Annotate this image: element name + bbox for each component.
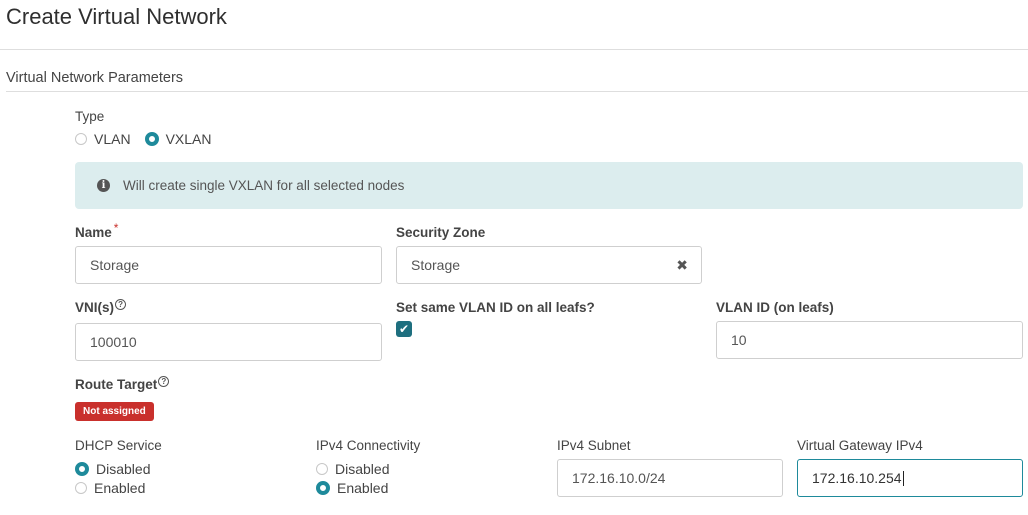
- name-label-text: Name: [75, 225, 112, 240]
- name-label: Name *: [75, 221, 118, 240]
- info-circle-icon: i: [97, 179, 110, 192]
- vlan-id-input-value: 10: [731, 332, 747, 348]
- page-title: Create Virtual Network: [6, 4, 227, 29]
- security-zone-select[interactable]: Storage ✖: [396, 246, 702, 284]
- security-zone-label: Security Zone: [396, 225, 486, 240]
- text-caret: [902, 470, 904, 486]
- type-vxlan-label[interactable]: VXLAN: [166, 131, 212, 147]
- ipv4-subnet-input[interactable]: 172.16.10.0/24: [557, 459, 783, 497]
- dhcp-enabled-option[interactable]: Enabled: [75, 480, 145, 496]
- dhcp-disabled-label[interactable]: Disabled: [96, 461, 150, 477]
- virtual-gateway-label: Virtual Gateway IPv4: [797, 438, 923, 453]
- ipv4-subnet-value: 172.16.10.0/24: [572, 470, 666, 486]
- route-target-label: Route Target?: [75, 376, 170, 392]
- ipv4-disabled-label[interactable]: Disabled: [335, 461, 389, 477]
- header-divider: [0, 49, 1028, 50]
- dhcp-disabled-option[interactable]: Disabled: [75, 461, 150, 477]
- info-alert: i Will create single VXLAN for all selec…: [75, 162, 1023, 209]
- ipv4-subnet-label: IPv4 Subnet: [557, 438, 631, 453]
- ipv4-enabled-radio[interactable]: [316, 481, 330, 495]
- virtual-gateway-value: 172.16.10.254: [812, 470, 902, 486]
- ipv4-enabled-label[interactable]: Enabled: [337, 480, 388, 496]
- route-target-label-text: Route Target: [75, 377, 158, 392]
- clear-icon[interactable]: ✖: [676, 257, 688, 274]
- ipv4-enabled-option[interactable]: Enabled: [316, 480, 388, 496]
- same-vlan-checkbox[interactable]: ✔: [396, 321, 412, 337]
- vlan-id-label: VLAN ID (on leafs): [716, 300, 834, 315]
- vni-input[interactable]: 100010: [75, 323, 382, 361]
- name-input[interactable]: Storage: [75, 246, 382, 284]
- virtual-gateway-input[interactable]: 172.16.10.254: [797, 459, 1023, 497]
- security-zone-value: Storage: [411, 257, 461, 273]
- type-radio-group: VLAN VXLAN: [75, 131, 212, 147]
- help-icon[interactable]: ?: [115, 299, 127, 310]
- ipv4-disabled-radio[interactable]: [316, 463, 328, 475]
- ipv4-connectivity-label: IPv4 Connectivity: [316, 438, 421, 453]
- type-label: Type: [75, 109, 105, 124]
- type-vxlan-radio[interactable]: [144, 132, 159, 146]
- ipv4-disabled-option[interactable]: Disabled: [316, 461, 389, 477]
- type-vlan-label[interactable]: VLAN: [94, 131, 131, 147]
- vni-label: VNI(s)?: [75, 299, 127, 315]
- info-text: Will create single VXLAN for all selecte…: [123, 178, 405, 193]
- dhcp-enabled-label[interactable]: Enabled: [94, 480, 145, 496]
- section-title: Virtual Network Parameters: [6, 70, 184, 86]
- vlan-id-input[interactable]: 10: [716, 321, 1023, 359]
- help-icon[interactable]: ?: [158, 376, 170, 387]
- vni-input-value: 100010: [90, 334, 137, 350]
- type-vlan-radio[interactable]: [75, 133, 87, 145]
- name-input-value: Storage: [90, 257, 140, 273]
- vni-label-text: VNI(s): [75, 300, 115, 315]
- dhcp-disabled-radio[interactable]: [75, 462, 89, 476]
- same-vlan-label: Set same VLAN ID on all leafs?: [396, 300, 595, 315]
- section-divider: [6, 91, 1028, 92]
- required-marker: *: [113, 221, 119, 235]
- dhcp-label: DHCP Service: [75, 438, 162, 453]
- dhcp-enabled-radio[interactable]: [75, 482, 87, 494]
- route-target-status-badge: Not assigned: [75, 402, 154, 421]
